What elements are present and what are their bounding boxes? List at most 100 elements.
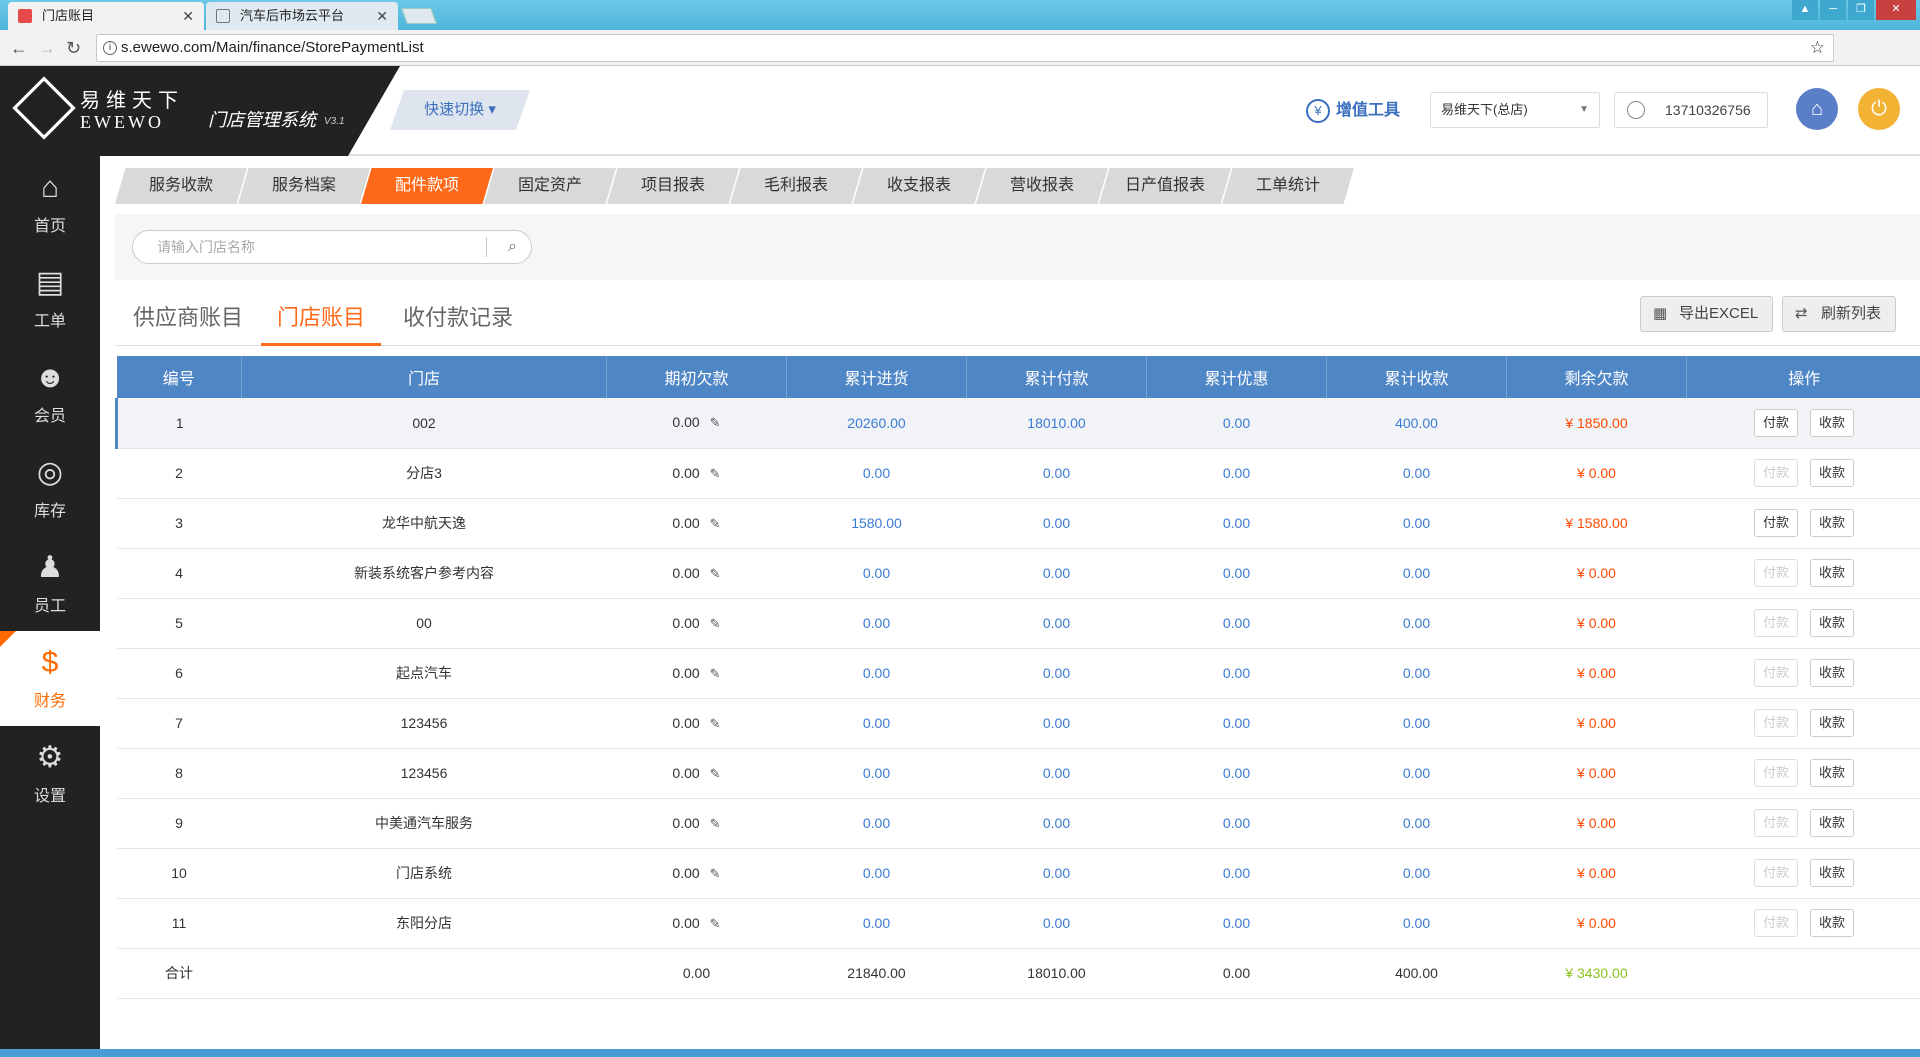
receive-button[interactable]: 收款 xyxy=(1810,859,1854,887)
edit-pencil-icon[interactable]: ✎ xyxy=(710,916,721,931)
pay-button[interactable]: 付款 xyxy=(1754,909,1798,937)
tab-service-records[interactable]: 服务档案 xyxy=(238,168,370,204)
profile-icon[interactable]: ▲ xyxy=(1792,0,1818,20)
tab-parts-payments[interactable]: 配件款项 xyxy=(361,168,493,204)
edit-pencil-icon[interactable]: ✎ xyxy=(710,816,721,831)
close-tab-icon[interactable]: ✕ xyxy=(376,2,388,30)
value-tools-link[interactable]: ¥ 增值工具 xyxy=(1306,96,1400,123)
search-icon[interactable]: ⌕ xyxy=(508,231,517,263)
row-id: 2 xyxy=(175,465,183,481)
home-button[interactable]: ⌂ xyxy=(1796,88,1838,130)
url-input[interactable]: i s.ewewo.com/Main/finance/StorePaymentL… xyxy=(96,34,1834,62)
table-cell: ¥ 0.00 xyxy=(1506,848,1687,899)
close-tab-icon[interactable]: ✕ xyxy=(182,2,194,30)
restore-icon[interactable]: ❐ xyxy=(1848,0,1874,20)
actions-cell: 付款 收款 xyxy=(1686,748,1920,799)
sidebar-item-label: 财务 xyxy=(33,693,66,710)
divider xyxy=(486,237,487,257)
edit-pencil-icon[interactable]: ✎ xyxy=(710,516,721,531)
receive-button[interactable]: 收款 xyxy=(1810,459,1854,487)
tab-payment-records[interactable]: 收付款记录 xyxy=(403,300,513,346)
site-info-icon[interactable]: i xyxy=(103,41,117,55)
edit-pencil-icon[interactable]: ✎ xyxy=(710,466,721,481)
cumulative-purchase: 0.00 xyxy=(862,665,891,681)
chevron-down-icon: ▼ xyxy=(1579,104,1589,115)
tab-store-accounts[interactable]: 门店账目 xyxy=(261,300,382,346)
tab-work-order-stats[interactable]: 工单统计 xyxy=(1222,168,1354,204)
tab-revenue-report[interactable]: 营收报表 xyxy=(976,168,1108,204)
pay-button[interactable]: 付款 xyxy=(1754,509,1798,537)
table-cell: 0.00 xyxy=(1326,748,1507,799)
pay-button[interactable]: 付款 xyxy=(1754,609,1798,637)
receive-button[interactable]: 收款 xyxy=(1810,659,1854,687)
sidebar-item-label: 首页 xyxy=(33,218,66,235)
edit-pencil-icon[interactable]: ✎ xyxy=(710,616,721,631)
edit-pencil-icon[interactable]: ✎ xyxy=(710,716,721,731)
forward-icon[interactable]: → xyxy=(38,38,56,59)
receive-button[interactable]: 收款 xyxy=(1810,559,1854,587)
sidebar-item-settings[interactable]: ⚙ 设置 xyxy=(0,726,100,821)
receive-button[interactable]: 收款 xyxy=(1810,509,1854,537)
cumulative-received: 0.00 xyxy=(1402,765,1431,781)
user-account[interactable]: 13710326756 xyxy=(1614,92,1768,128)
table-cell: 0.00 xyxy=(1146,698,1327,749)
pay-button[interactable]: 付款 xyxy=(1754,859,1798,887)
pay-button[interactable]: 付款 xyxy=(1754,559,1798,587)
cumulative-received: 0.00 xyxy=(1402,715,1431,731)
receive-button[interactable]: 收款 xyxy=(1810,809,1854,837)
logout-button[interactable]: ⏻ xyxy=(1858,88,1900,130)
yen-icon: ¥ xyxy=(1306,99,1330,123)
export-excel-button[interactable]: ▦ 导出EXCEL xyxy=(1640,296,1774,332)
sidebar-item-member[interactable]: ☻ 会员 xyxy=(0,346,100,441)
tab-income-expense-report[interactable]: 收支报表 xyxy=(853,168,985,204)
browser-tab-active[interactable]: 门店账目 ✕ xyxy=(8,2,204,30)
summary-purchase: 21840.00 xyxy=(847,965,906,981)
sidebar-item-work-order[interactable]: ▤ 工单 xyxy=(0,251,100,346)
row-id: 11 xyxy=(171,915,187,931)
sidebar-item-home[interactable]: ⌂ 首页 xyxy=(0,156,100,251)
search-input[interactable]: 请输入门店名称 ⌕ xyxy=(132,230,532,264)
pay-button[interactable]: 付款 xyxy=(1754,809,1798,837)
tab-supplier-accounts[interactable]: 供应商账目 xyxy=(133,300,243,346)
cumulative-received: 0.00 xyxy=(1402,915,1431,931)
reload-icon[interactable]: ↻ xyxy=(66,38,81,59)
tab-gross-profit-report[interactable]: 毛利报表 xyxy=(730,168,862,204)
receive-button[interactable]: 收款 xyxy=(1810,609,1854,637)
browser-tab-inactive[interactable]: 汽车后市场云平台 ✕ xyxy=(206,2,398,30)
tab-project-report[interactable]: 项目报表 xyxy=(607,168,739,204)
tab-daily-output-report[interactable]: 日产值报表 xyxy=(1099,168,1231,204)
pay-button[interactable]: 付款 xyxy=(1754,709,1798,737)
back-icon[interactable]: ← xyxy=(10,38,28,59)
store-name: 新装系统客户参考内容 xyxy=(354,565,494,581)
pay-button[interactable]: 付款 xyxy=(1754,659,1798,687)
edit-pencil-icon[interactable]: ✎ xyxy=(710,566,721,581)
tab-fixed-assets[interactable]: 固定资产 xyxy=(484,168,616,204)
summary-label: 合计 xyxy=(165,965,193,981)
tab-service-payment[interactable]: 服务收款 xyxy=(115,168,247,204)
new-tab-button[interactable] xyxy=(401,8,437,24)
receive-button[interactable]: 收款 xyxy=(1810,709,1854,737)
site-favicon-icon xyxy=(18,9,32,23)
receive-button[interactable]: 收款 xyxy=(1810,909,1854,937)
pay-button[interactable]: 付款 xyxy=(1754,459,1798,487)
bookmark-star-icon[interactable]: ☆ xyxy=(1810,35,1825,61)
store-select[interactable]: 易维天下(总店) ▼ xyxy=(1430,92,1600,128)
pay-button[interactable]: 付款 xyxy=(1754,759,1798,787)
table-cell: 0.00 xyxy=(966,498,1147,549)
cumulative-paid: 0.00 xyxy=(1042,815,1071,831)
receive-button[interactable]: 收款 xyxy=(1810,759,1854,787)
refresh-list-button[interactable]: ⇄ 刷新列表 xyxy=(1782,296,1897,332)
edit-pencil-icon[interactable]: ✎ xyxy=(710,415,721,430)
sidebar-item-staff[interactable]: ♟ 员工 xyxy=(0,536,100,631)
remaining-debt: ¥ 0.00 xyxy=(1577,665,1616,681)
minimize-icon[interactable]: ─ xyxy=(1820,0,1846,20)
close-window-icon[interactable]: ✕ xyxy=(1876,0,1916,20)
receive-button[interactable]: 收款 xyxy=(1810,408,1854,437)
pay-button[interactable]: 付款 xyxy=(1754,408,1798,437)
edit-pencil-icon[interactable]: ✎ xyxy=(710,766,721,781)
sidebar-item-finance[interactable]: $ 财务 xyxy=(0,631,100,726)
edit-pencil-icon[interactable]: ✎ xyxy=(710,866,721,881)
edit-pencil-icon[interactable]: ✎ xyxy=(710,666,721,681)
quick-switch-button[interactable]: 快速切换 ▾ xyxy=(390,90,530,130)
sidebar-item-inventory[interactable]: ◎ 库存 xyxy=(0,441,100,536)
